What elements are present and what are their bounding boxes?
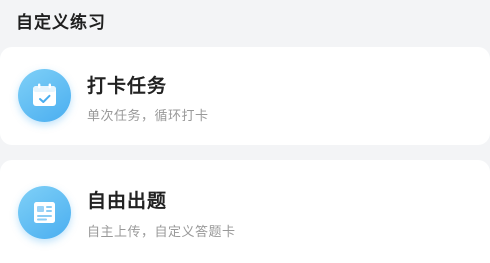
free-question-card[interactable]: 自由出题 自主上传，自定义答题卡 [0,160,490,263]
card-title: 打卡任务 [87,75,168,97]
section-title: 自定义练习 [16,13,106,33]
clock-in-task-card[interactable]: 打卡任务 单次任务，循环打卡 [0,47,490,145]
calendar-check-icon [18,69,71,122]
card-subtitle: 自主上传，自定义答题卡 [87,225,236,240]
card-subtitle: 单次任务，循环打卡 [87,109,209,124]
card-title: 自由出题 [87,190,168,212]
answer-sheet-icon [18,186,71,239]
